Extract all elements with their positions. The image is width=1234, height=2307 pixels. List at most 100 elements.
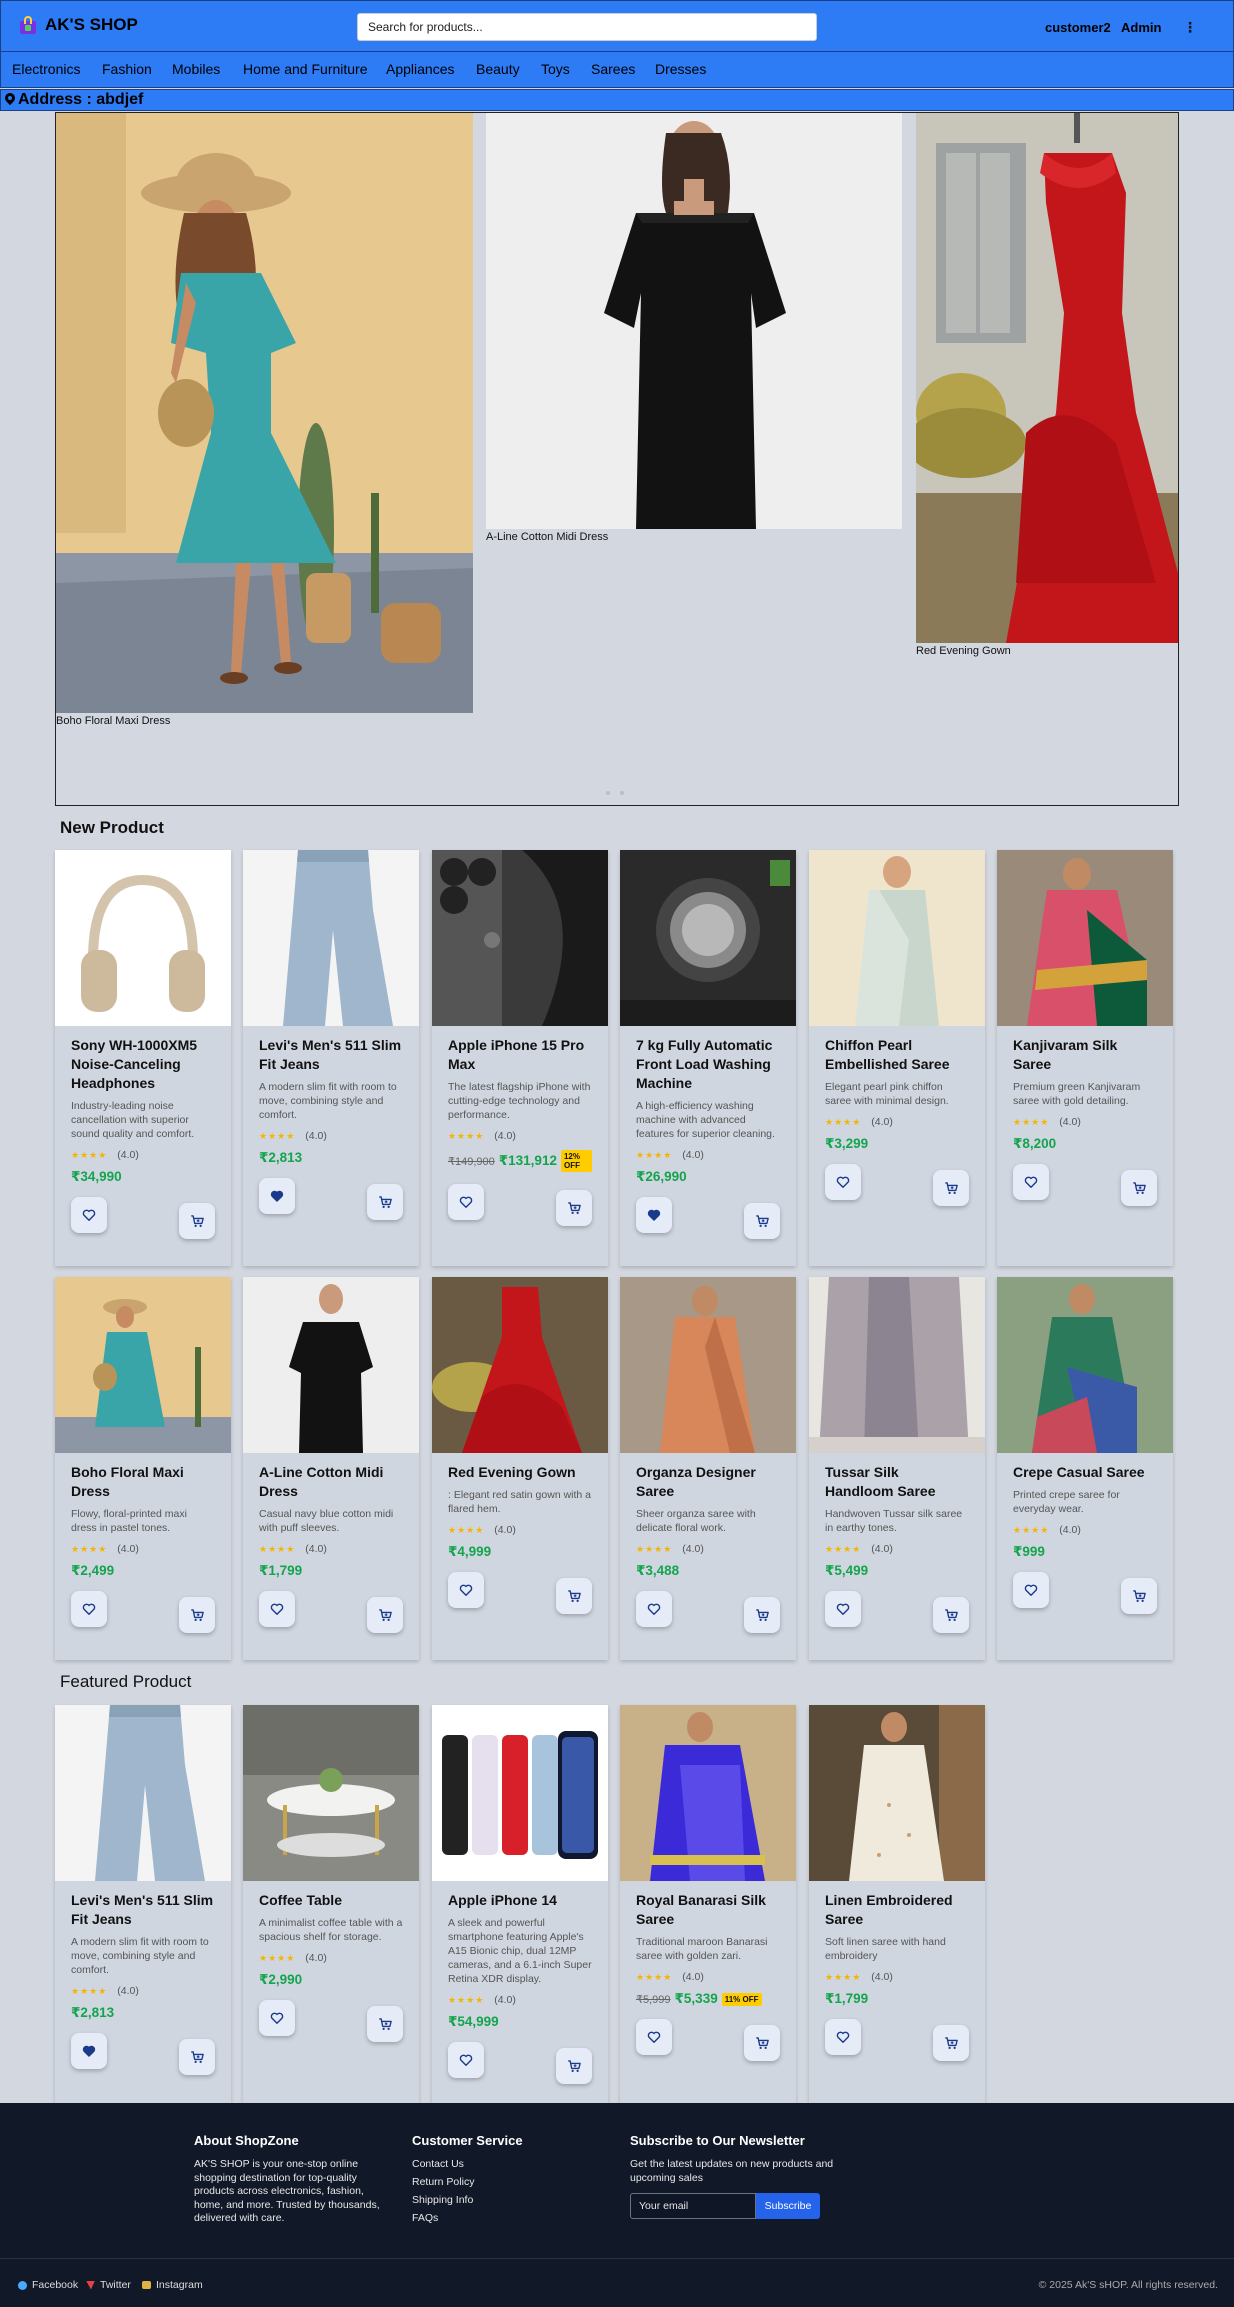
add-to-cart-button[interactable] xyxy=(744,1597,780,1633)
product-card[interactable]: Kanjivaram Silk Saree Premium green Kanji… xyxy=(997,850,1173,1266)
category-electronics[interactable]: Electronics xyxy=(12,61,80,77)
admin-link[interactable]: Admin xyxy=(1121,20,1161,35)
newsletter-email-input[interactable] xyxy=(630,2193,756,2219)
wishlist-button[interactable] xyxy=(825,1164,861,1200)
add-to-cart-button[interactable] xyxy=(179,2039,215,2075)
product-title[interactable]: Linen Embroidered Saree xyxy=(825,1891,969,1929)
product-card[interactable]: Tussar Silk Handloom Saree Handwoven Tuss… xyxy=(809,1277,985,1660)
hero-carousel[interactable]: Boho Floral Maxi Dress A-Line Cotton Mid… xyxy=(55,112,1179,806)
product-card[interactable]: Chiffon Pearl Embellished Saree Elegant p… xyxy=(809,850,985,1266)
product-title[interactable]: Crepe Casual Saree xyxy=(1013,1463,1157,1482)
product-image[interactable] xyxy=(620,1705,796,1881)
product-card[interactable]: Sony WH-1000XM5 Noise-Canceling Headphon… xyxy=(55,850,231,1266)
product-title[interactable]: Levi's Men's 511 Slim Fit Jeans xyxy=(71,1891,215,1929)
product-image[interactable] xyxy=(55,850,231,1026)
footer-link-contact[interactable]: Contact Us xyxy=(412,2158,572,2170)
product-image[interactable] xyxy=(243,850,419,1026)
product-image[interactable] xyxy=(243,1705,419,1881)
wishlist-button[interactable] xyxy=(71,1197,107,1233)
product-image[interactable] xyxy=(997,1277,1173,1453)
product-image[interactable] xyxy=(620,850,796,1026)
product-image[interactable] xyxy=(809,850,985,1026)
add-to-cart-button[interactable] xyxy=(556,2048,592,2084)
product-image[interactable] xyxy=(432,1277,608,1453)
product-card[interactable]: Red Evening Gown: Elegant red satin gown… xyxy=(432,1277,608,1660)
search-input[interactable] xyxy=(357,13,817,41)
wishlist-button[interactable] xyxy=(71,1591,107,1627)
add-to-cart-button[interactable] xyxy=(179,1203,215,1239)
category-fashion[interactable]: Fashion xyxy=(102,61,152,77)
category-beauty[interactable]: Beauty xyxy=(476,61,520,77)
product-card[interactable]: Linen Embroidered Saree Soft linen saree … xyxy=(809,1705,985,2103)
product-card[interactable]: Levi's Men's 511 Slim Fit Jeans A modern … xyxy=(243,850,419,1266)
carousel-dot[interactable] xyxy=(620,791,624,795)
product-card[interactable]: Royal Banarasi Silk Saree Traditional mar… xyxy=(620,1705,796,2103)
category-appliances[interactable]: Appliances xyxy=(386,61,455,77)
product-card[interactable]: 7 kg Fully Automatic Front Load Washing … xyxy=(620,850,796,1266)
social-instagram[interactable]: Instagram xyxy=(142,2279,203,2291)
add-to-cart-button[interactable] xyxy=(1121,1170,1157,1206)
product-title[interactable]: Sony WH-1000XM5 Noise-Canceling Headphon… xyxy=(71,1036,215,1093)
logo[interactable]: AK'S SHOP xyxy=(19,15,138,35)
product-card[interactable]: Boho Floral Maxi Dress Flowy, floral-prin… xyxy=(55,1277,231,1660)
add-to-cart-button[interactable] xyxy=(933,1170,969,1206)
product-image[interactable] xyxy=(55,1277,231,1453)
carousel-image-black-dress[interactable] xyxy=(486,113,902,529)
add-to-cart-button[interactable] xyxy=(933,2025,969,2061)
product-title[interactable]: Apple iPhone 15 Pro Max xyxy=(448,1036,592,1074)
social-facebook[interactable]: Facebook xyxy=(18,2279,78,2291)
category-dresses[interactable]: Dresses xyxy=(655,61,706,77)
wishlist-button[interactable] xyxy=(259,1178,295,1214)
product-title[interactable]: Red Evening Gown xyxy=(448,1463,592,1482)
carousel-image-boho-dress[interactable] xyxy=(56,113,473,713)
product-card[interactable]: Coffee Table A minimalist coffee table wi… xyxy=(243,1705,419,2103)
social-twitter[interactable]: Twitter xyxy=(86,2279,131,2291)
product-image[interactable] xyxy=(243,1277,419,1453)
product-title[interactable]: Boho Floral Maxi Dress xyxy=(71,1463,215,1501)
wishlist-button[interactable] xyxy=(825,2019,861,2055)
wishlist-button[interactable] xyxy=(636,2019,672,2055)
more-menu-icon[interactable]: ⋮ xyxy=(1183,19,1197,36)
product-title[interactable]: A-Line Cotton Midi Dress xyxy=(259,1463,403,1501)
product-title[interactable]: Apple iPhone 14 xyxy=(448,1891,592,1910)
add-to-cart-button[interactable] xyxy=(1121,1578,1157,1614)
add-to-cart-button[interactable] xyxy=(556,1190,592,1226)
product-image[interactable] xyxy=(55,1705,231,1881)
category-sarees[interactable]: Sarees xyxy=(591,61,635,77)
delivery-address[interactable]: Address : abdjef xyxy=(18,91,143,109)
wishlist-button[interactable] xyxy=(448,1572,484,1608)
product-title[interactable]: Levi's Men's 511 Slim Fit Jeans xyxy=(259,1036,403,1074)
add-to-cart-button[interactable] xyxy=(367,1597,403,1633)
product-title[interactable]: Tussar Silk Handloom Saree xyxy=(825,1463,969,1501)
wishlist-button[interactable] xyxy=(825,1591,861,1627)
wishlist-button[interactable] xyxy=(1013,1572,1049,1608)
product-title[interactable]: 7 kg Fully Automatic Front Load Washing … xyxy=(636,1036,780,1093)
carousel-dot[interactable] xyxy=(606,791,610,795)
add-to-cart-button[interactable] xyxy=(367,2006,403,2042)
footer-link-shipping[interactable]: Shipping Info xyxy=(412,2194,572,2206)
add-to-cart-button[interactable] xyxy=(744,1203,780,1239)
product-image[interactable] xyxy=(432,850,608,1026)
product-image[interactable] xyxy=(809,1277,985,1453)
product-image[interactable] xyxy=(809,1705,985,1881)
product-image[interactable] xyxy=(620,1277,796,1453)
product-card[interactable]: Apple iPhone 14 A sleek and powerful smar… xyxy=(432,1705,608,2103)
category-mobiles[interactable]: Mobiles xyxy=(172,61,220,77)
wishlist-button[interactable] xyxy=(259,2000,295,2036)
wishlist-button[interactable] xyxy=(71,2033,107,2069)
add-to-cart-button[interactable] xyxy=(744,2025,780,2061)
product-card[interactable]: Apple iPhone 15 Pro Max The latest flagsh… xyxy=(432,850,608,1266)
user-account-link[interactable]: customer2 xyxy=(1045,20,1111,35)
product-card[interactable]: Crepe Casual Saree Printed crepe saree fo… xyxy=(997,1277,1173,1660)
wishlist-button[interactable] xyxy=(636,1197,672,1233)
wishlist-button[interactable] xyxy=(259,1591,295,1627)
add-to-cart-button[interactable] xyxy=(933,1597,969,1633)
product-card[interactable]: Organza Designer Saree Sheer organza sare… xyxy=(620,1277,796,1660)
carousel-image-red-gown[interactable] xyxy=(916,113,1178,643)
subscribe-button[interactable]: Subscribe xyxy=(756,2193,820,2219)
wishlist-button[interactable] xyxy=(448,2042,484,2078)
add-to-cart-button[interactable] xyxy=(556,1578,592,1614)
product-card[interactable]: A-Line Cotton Midi Dress Casual navy blue… xyxy=(243,1277,419,1660)
category-toys[interactable]: Toys xyxy=(541,61,570,77)
add-to-cart-button[interactable] xyxy=(179,1597,215,1633)
